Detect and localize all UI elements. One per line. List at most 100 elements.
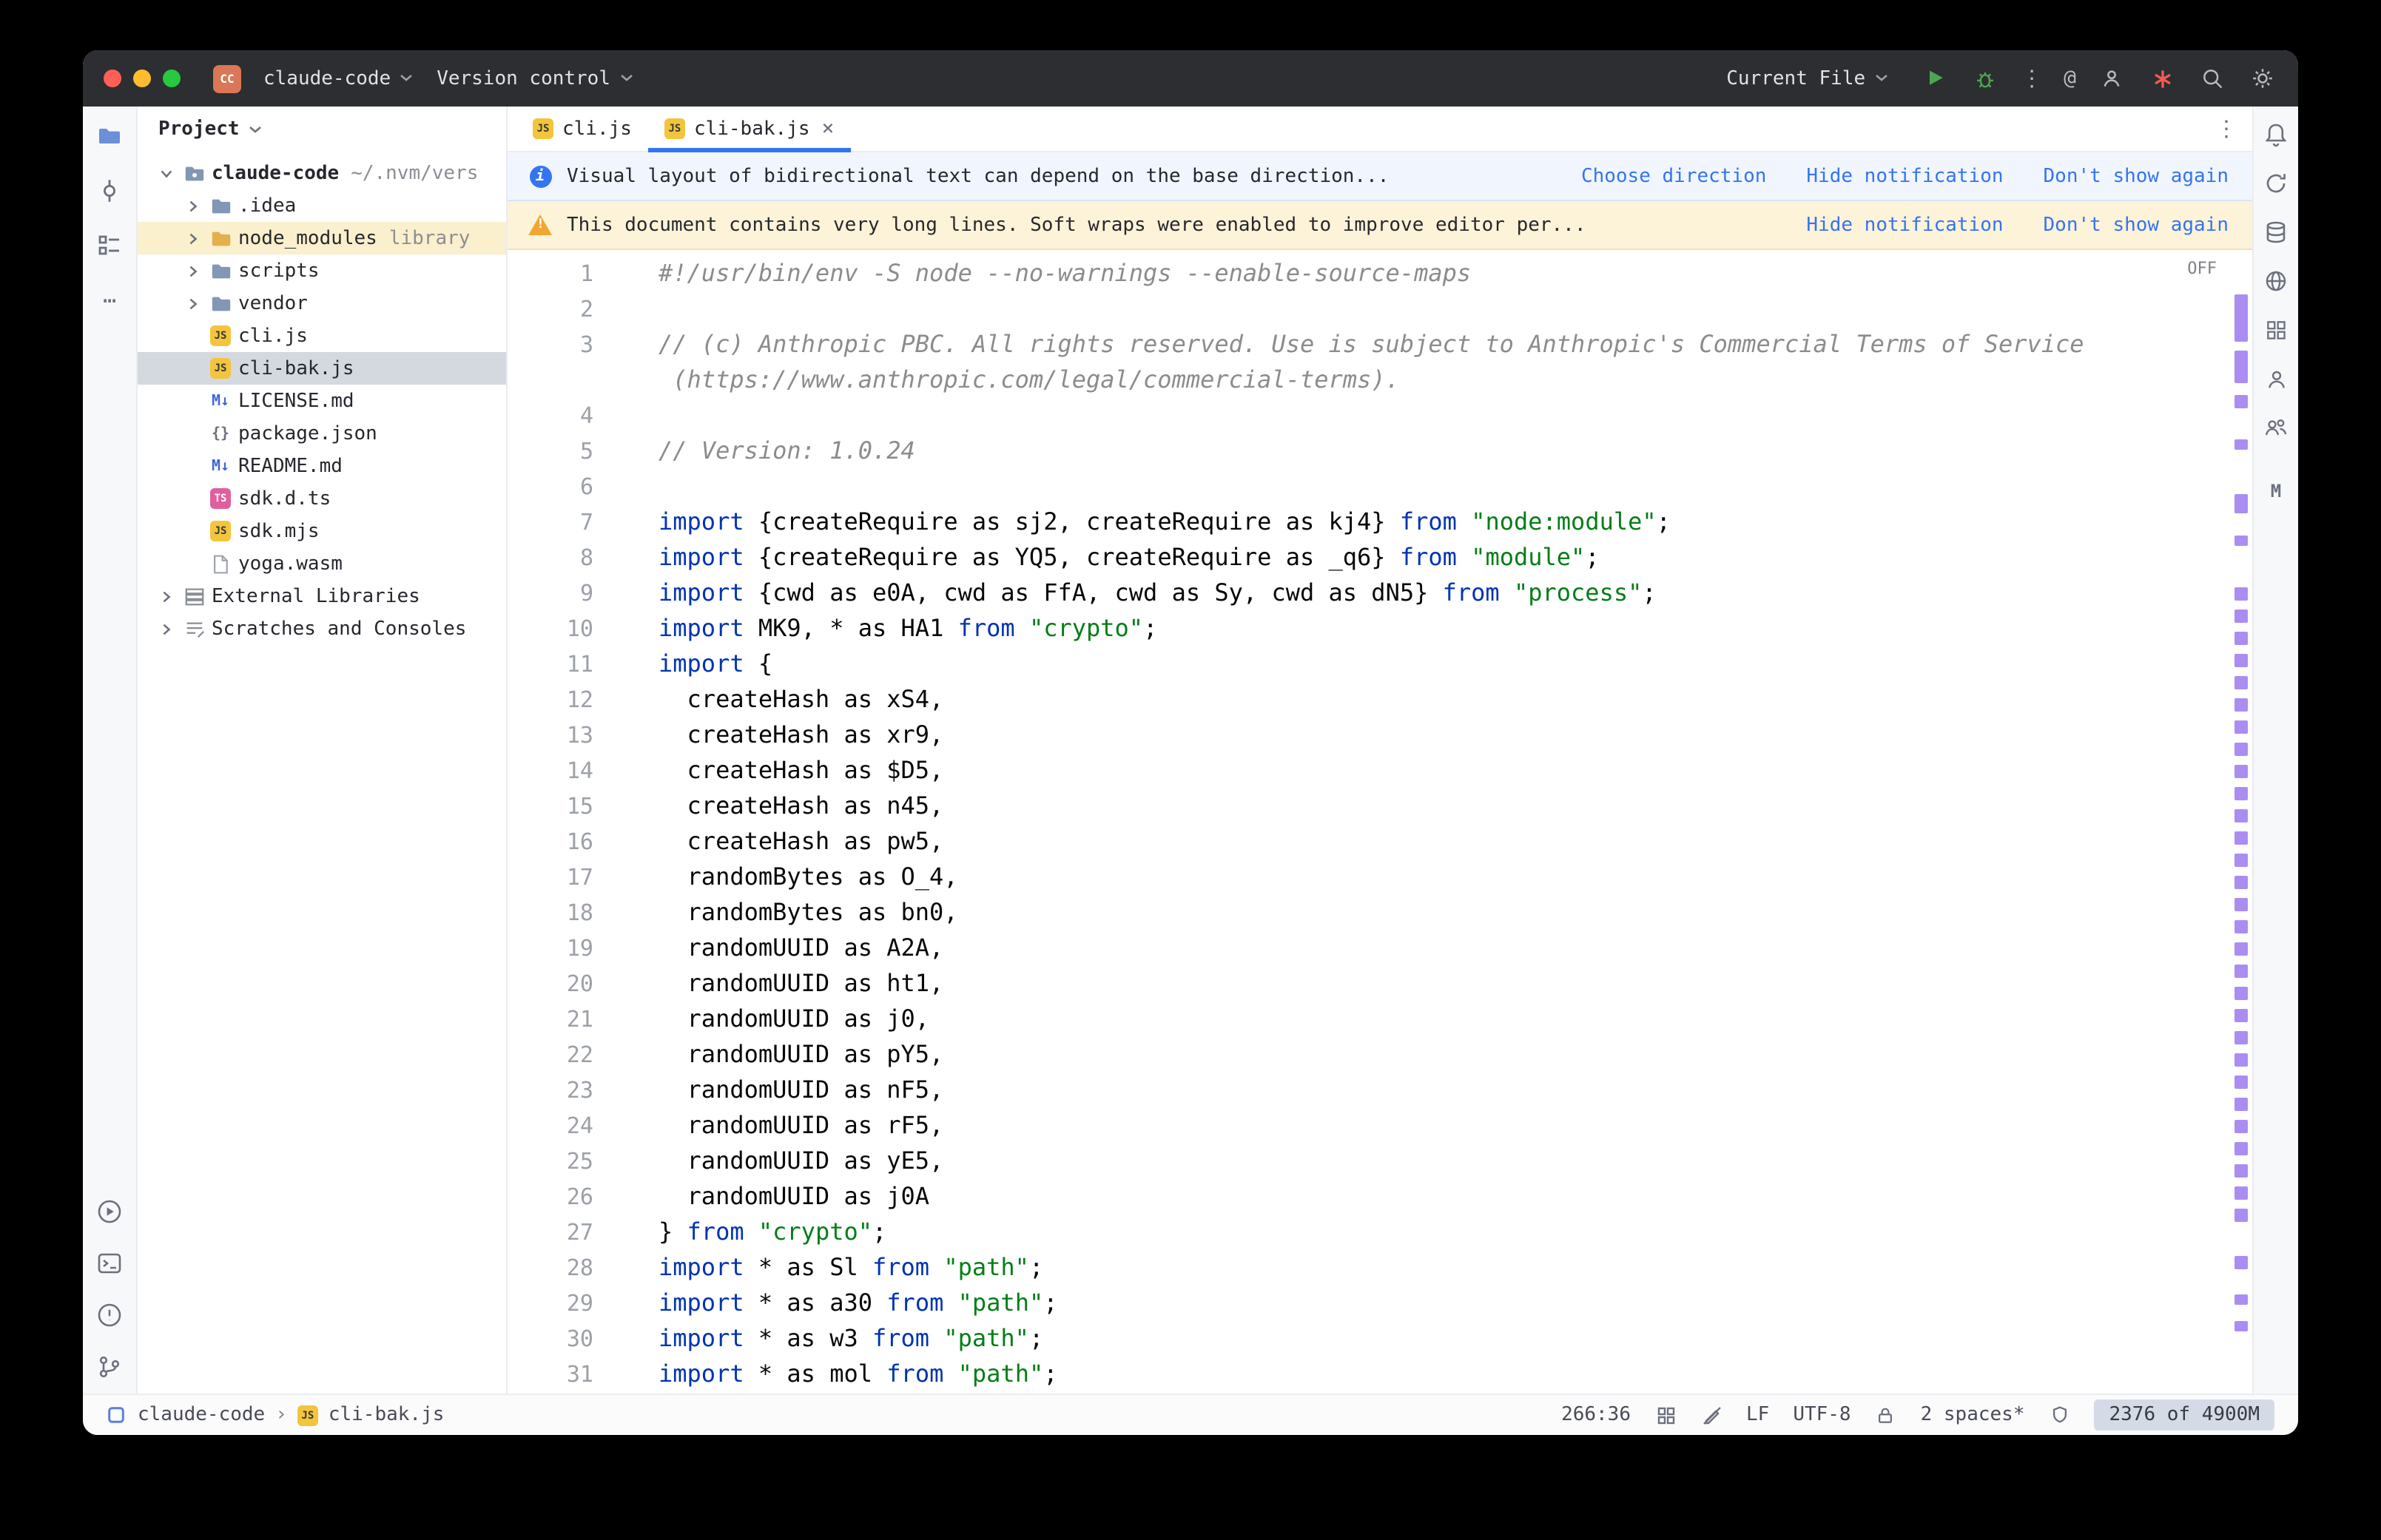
lock-icon[interactable]	[1875, 1404, 1897, 1426]
code-token: ;	[1029, 1324, 1043, 1352]
tree-item-scratches-and-consoles[interactable]: Scratches and Consoles	[138, 612, 506, 645]
sync-refresh-icon[interactable]	[2261, 169, 2291, 198]
project-tool-folder-icon[interactable]	[95, 121, 124, 151]
more-tools-icon[interactable]: ⋯	[95, 286, 124, 315]
code-token: randomUUID as j0,	[659, 1004, 929, 1033]
changed-lines-mark	[2234, 765, 2248, 778]
code-token: createHash as xS4,	[659, 685, 943, 713]
zoom-button[interactable]	[163, 70, 181, 87]
user-icon[interactable]	[2097, 64, 2126, 93]
banner-link-don-t-show-again[interactable]: Don't show again	[2044, 214, 2229, 236]
git-branch-icon[interactable]	[95, 1352, 124, 1382]
tree-item-idea[interactable]: .idea	[138, 189, 506, 222]
code-text: createHash as xr9,	[659, 717, 943, 753]
code-line: 3// (c) Anthropic PBC. All rights reserv…	[508, 327, 2252, 362]
project-panel-header[interactable]: Project	[138, 107, 506, 152]
plugins-grid-icon[interactable]	[2261, 315, 2291, 345]
keyword-token: from	[958, 614, 1029, 642]
highlighting-level-label[interactable]: OFF	[2187, 259, 2217, 278]
line-separator-widget[interactable]: LF	[1746, 1404, 1769, 1426]
tab-close-icon[interactable]: ×	[822, 117, 835, 141]
shield-icon[interactable]	[2049, 1404, 2071, 1426]
maven-tool-icon[interactable]: M	[2261, 476, 2291, 506]
tree-item-yoga-wasm[interactable]: yoga.wasm	[138, 547, 506, 580]
string-token: "crypto"	[758, 1218, 872, 1246]
tree-item-vendor[interactable]: vendor	[138, 287, 506, 320]
encoding-widget[interactable]: UTF-8	[1793, 1404, 1850, 1426]
right-tool-bar: M	[2252, 107, 2298, 1394]
red-asterisk-icon[interactable]	[2147, 64, 2177, 93]
ts-file-icon: TS	[209, 487, 232, 510]
tab-cli-bak-js[interactable]: JScli-bak.js×	[648, 107, 850, 151]
keyword-token: from	[872, 1253, 943, 1281]
project-menu[interactable]: claude-code	[252, 63, 425, 94]
search-icon[interactable]	[2198, 64, 2227, 93]
tree-item-license-md[interactable]: M↓LICENSE.md	[138, 385, 506, 417]
banner-link-choose-direction[interactable]: Choose direction	[1581, 165, 1766, 187]
line-number: 12	[508, 682, 593, 717]
code-line: 23 randomUUID as nF5,	[508, 1073, 2252, 1108]
indent-widget[interactable]: 2 spaces*	[1921, 1404, 2025, 1426]
banner-link-don-t-show-again[interactable]: Don't show again	[2044, 165, 2229, 187]
debug-bug-icon[interactable]	[1970, 64, 2000, 93]
structure-tool-icon[interactable]	[95, 231, 124, 260]
tree-item-scripts[interactable]: scripts	[138, 254, 506, 287]
chevron-spacer	[182, 358, 203, 379]
tree-item-sdk-mjs[interactable]: JSsdk.mjs	[138, 515, 506, 547]
banner-link-hide-notification[interactable]: Hide notification	[1806, 214, 2003, 236]
run-configuration-widget[interactable]: Current File	[1714, 63, 1899, 94]
tree-item-sdk-d-ts[interactable]: TSsdk.d.ts	[138, 482, 506, 515]
tree-item-claude-code[interactable]: claude-code~/.nvm/vers	[138, 157, 506, 189]
pen-slash-icon[interactable]	[1700, 1404, 1722, 1426]
editor[interactable]: 1#!/usr/bin/env -S node --no-warnings --…	[508, 250, 2252, 1394]
tree-item-node-modules[interactable]: node_moduleslibrary	[138, 222, 506, 254]
mention-at-icon[interactable]: @	[2064, 67, 2076, 90]
code-token: randomBytes as O_4,	[659, 862, 958, 891]
settings-gear-icon[interactable]	[2248, 64, 2277, 93]
notifications-bell-icon[interactable]	[2261, 120, 2291, 149]
tree-item-cli-js[interactable]: JScli.js	[138, 320, 506, 352]
tree-label: claude-code	[212, 162, 339, 184]
tab-bar: JScli.jsJScli-bak.js× ⋮	[508, 107, 2252, 152]
database-icon[interactable]	[2261, 217, 2291, 247]
memory-indicator[interactable]: 2376 of 4900M	[2095, 1399, 2275, 1431]
close-button[interactable]	[104, 70, 121, 87]
endpoints-globe-icon[interactable]	[2261, 266, 2291, 296]
error-stripe[interactable]	[2230, 250, 2252, 1394]
breadcrumb-file[interactable]: cli-bak.js	[329, 1404, 445, 1426]
tab-cli-js[interactable]: JScli.js	[516, 107, 648, 151]
run-play-icon[interactable]	[1920, 64, 1950, 93]
line-number: 25	[508, 1144, 593, 1179]
title-bar: CC claude-code Version control Current F…	[83, 50, 2298, 107]
tree-label: sdk.mjs	[238, 520, 320, 542]
tab-options-kebab-icon[interactable]: ⋮	[2215, 115, 2237, 142]
caret-position-widget[interactable]: 266:36	[1561, 1404, 1631, 1426]
tree-item-readme-md[interactable]: M↓README.md	[138, 450, 506, 482]
changed-lines-mark	[2234, 1053, 2248, 1067]
changed-lines-mark	[2234, 1209, 2248, 1222]
commit-tool-icon[interactable]	[95, 176, 124, 206]
tree-item-package-json[interactable]: {}package.json	[138, 417, 506, 450]
profile-user-icon[interactable]	[2261, 364, 2291, 394]
keyword-token: from	[1400, 507, 1471, 536]
grid-widget-icon[interactable]	[1654, 1404, 1677, 1426]
changed-lines-mark	[2234, 1031, 2248, 1044]
tree-item-external-libraries[interactable]: External Libraries	[138, 580, 506, 612]
code-token: ;	[1029, 1253, 1043, 1281]
banner-link-hide-notification[interactable]: Hide notification	[1806, 165, 2003, 187]
code-text: #!/usr/bin/env -S node --no-warnings --e…	[659, 256, 1471, 291]
problems-tool-icon[interactable]	[95, 1300, 124, 1330]
tree-item-cli-bak-js[interactable]: JScli-bak.js	[138, 352, 506, 385]
tree-label: README.md	[238, 455, 343, 477]
breadcrumb-project[interactable]: claude-code	[138, 1404, 265, 1426]
changed-lines-mark	[2234, 632, 2248, 645]
version-control-menu[interactable]: Version control	[425, 63, 644, 94]
comment-token: // (c) Anthropic PBC. All rights reserve…	[659, 330, 2084, 358]
minimize-button[interactable]	[133, 70, 151, 87]
code-line: 12 createHash as xS4,	[508, 682, 2252, 717]
collaboration-users-icon[interactable]	[2261, 413, 2291, 442]
code-text: createHash as pw5,	[659, 824, 943, 860]
run-tool-icon[interactable]	[95, 1197, 124, 1226]
terminal-tool-icon[interactable]	[95, 1249, 124, 1278]
more-kebab-icon[interactable]: ⋮	[2021, 65, 2043, 92]
